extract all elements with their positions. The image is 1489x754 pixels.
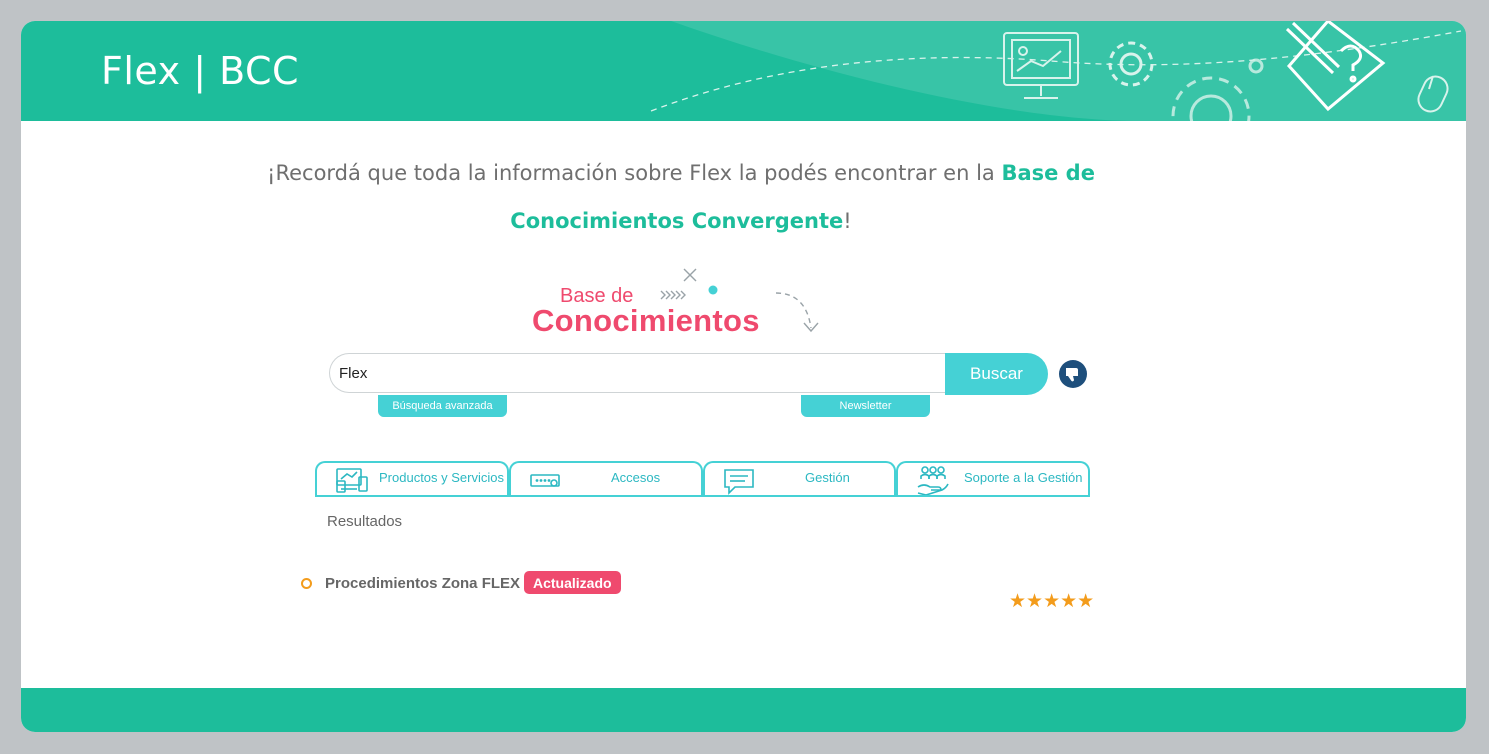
support-hand-icon bbox=[917, 466, 949, 496]
intro-message: ¡Recordá que toda la información sobre F… bbox=[251, 149, 1111, 245]
advanced-search-button[interactable]: Búsqueda avanzada bbox=[378, 395, 507, 417]
tab-productos-servicios[interactable]: Productos y Servicios bbox=[315, 461, 509, 497]
rating-stars[interactable]: ★★★★★ bbox=[1009, 590, 1094, 612]
newsletter-button[interactable]: Newsletter bbox=[801, 395, 930, 417]
password-icon bbox=[530, 474, 560, 487]
results-heading: Resultados bbox=[327, 513, 403, 530]
knowledge-base-logo: Base de Conocimientos bbox=[526, 263, 826, 343]
logo-line-2: Conocimientos bbox=[532, 303, 760, 338]
search-button[interactable]: Buscar bbox=[945, 353, 1048, 395]
tab-soporte-gestion[interactable]: Soporte a la Gestión bbox=[896, 461, 1090, 497]
tabs-baseline bbox=[315, 495, 1090, 497]
footer-bar bbox=[21, 688, 1466, 732]
search-input[interactable] bbox=[329, 353, 946, 393]
tab-label: Soporte a la Gestión bbox=[964, 470, 1083, 485]
intro-suffix: ! bbox=[843, 209, 852, 233]
result-link[interactable]: Procedimientos Zona FLEX bbox=[325, 575, 520, 592]
devices-icon bbox=[336, 468, 368, 493]
tab-gestion[interactable]: Gestión bbox=[703, 461, 896, 497]
updated-badge: Actualizado bbox=[524, 571, 621, 594]
app-title: Flex | BCC bbox=[101, 49, 300, 93]
header-banner: Flex | BCC bbox=[21, 21, 1466, 121]
tab-label: Gestión bbox=[805, 470, 850, 485]
result-bullet-icon bbox=[301, 578, 312, 589]
app-frame: Flex | BCC ¡Recordá que toda la informac… bbox=[21, 21, 1466, 732]
category-tabs: Productos y Servicios Accesos Gestión So… bbox=[315, 461, 1090, 498]
intro-text: ¡Recordá que toda la información sobre F… bbox=[267, 161, 1002, 185]
tab-label: Productos y Servicios bbox=[379, 470, 504, 485]
thumbs-down-icon[interactable] bbox=[1059, 360, 1087, 388]
chat-icon bbox=[724, 469, 754, 495]
tab-label: Accesos bbox=[611, 470, 661, 485]
tab-accesos[interactable]: Accesos bbox=[509, 461, 703, 497]
